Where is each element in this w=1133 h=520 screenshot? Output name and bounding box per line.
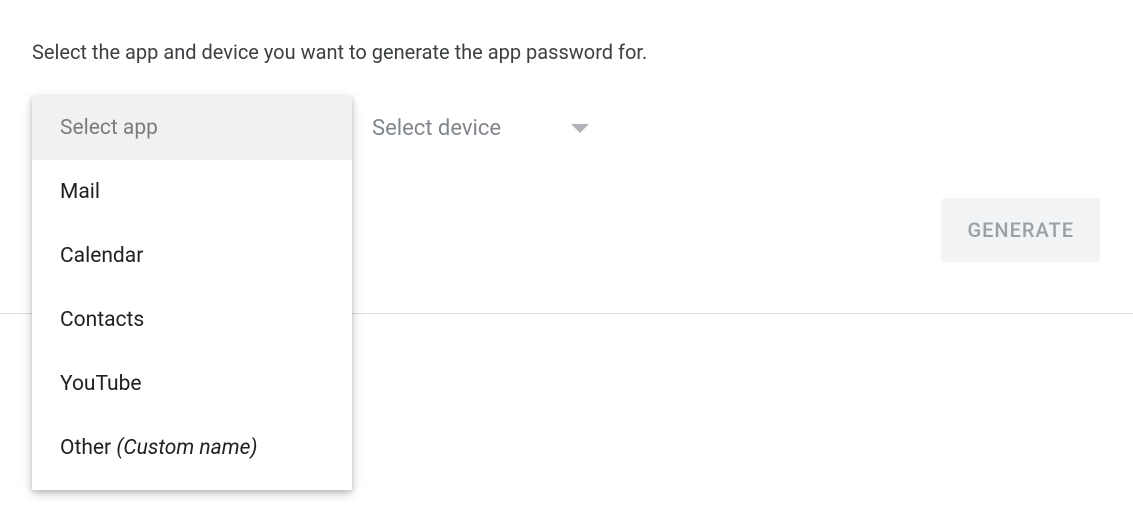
dropdown-option-youtube[interactable]: YouTube: [32, 352, 352, 416]
select-app-placeholder[interactable]: Select app: [32, 96, 352, 160]
select-device-dropdown[interactable]: Select device: [372, 116, 589, 141]
dropdown-option-mail[interactable]: Mail: [32, 160, 352, 224]
select-device-label: Select device: [372, 116, 501, 141]
dropdown-option-other-note: (Custom name): [116, 436, 257, 460]
dropdown-option-contacts[interactable]: Contacts: [32, 288, 352, 352]
instruction-text: Select the app and device you want to ge…: [32, 40, 647, 64]
dropdown-option-other[interactable]: Other (Custom name): [32, 416, 352, 480]
chevron-down-icon: [571, 124, 589, 133]
select-app-dropdown-menu: Select app Mail Calendar Contacts YouTub…: [32, 96, 352, 490]
generate-button[interactable]: GENERATE: [941, 198, 1100, 262]
dropdown-option-calendar[interactable]: Calendar: [32, 224, 352, 288]
dropdown-option-other-label: Other: [60, 436, 116, 460]
